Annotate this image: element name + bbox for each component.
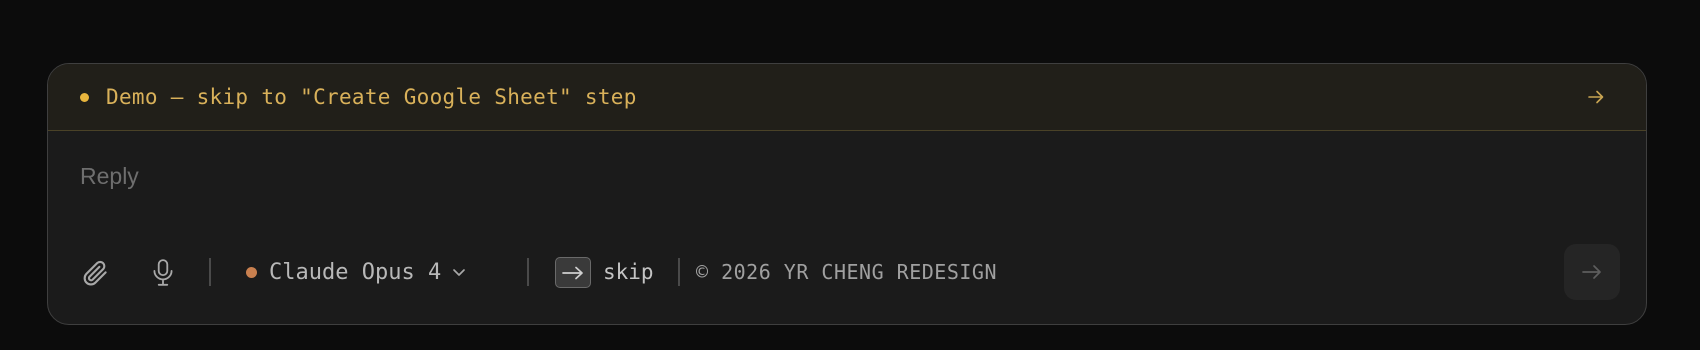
arrow-right-icon[interactable] (1582, 83, 1610, 111)
paperclip-icon[interactable] (78, 256, 112, 290)
toolbar-divider (527, 258, 529, 286)
reply-input[interactable] (80, 156, 1580, 196)
banner-text: Demo — skip to "Create Google Sheet" ste… (106, 85, 637, 109)
arrow-right-icon (562, 266, 583, 279)
chevron-down-icon (451, 264, 467, 280)
demo-banner[interactable]: Demo — skip to "Create Google Sheet" ste… (48, 64, 1646, 131)
microphone-icon[interactable] (146, 256, 180, 290)
toolbar-divider (678, 258, 680, 286)
model-selector[interactable]: Claude Opus 4 (246, 244, 467, 300)
model-label: Claude Opus 4 (269, 259, 442, 285)
status-dot (80, 92, 89, 102)
copyright-text: © 2026 YR CHENG REDESIGN (696, 260, 997, 284)
composer-toolbar: Claude Opus 4 skip © 2026 YR CHENG REDES… (48, 244, 1646, 300)
skip-label[interactable]: skip (603, 244, 654, 300)
arrow-right-icon (1582, 265, 1601, 279)
send-button[interactable] (1564, 244, 1620, 300)
skip-key-button[interactable] (555, 257, 591, 288)
toolbar-divider (209, 258, 211, 286)
chat-composer: Demo — skip to "Create Google Sheet" ste… (47, 63, 1647, 325)
model-status-dot (246, 266, 257, 278)
